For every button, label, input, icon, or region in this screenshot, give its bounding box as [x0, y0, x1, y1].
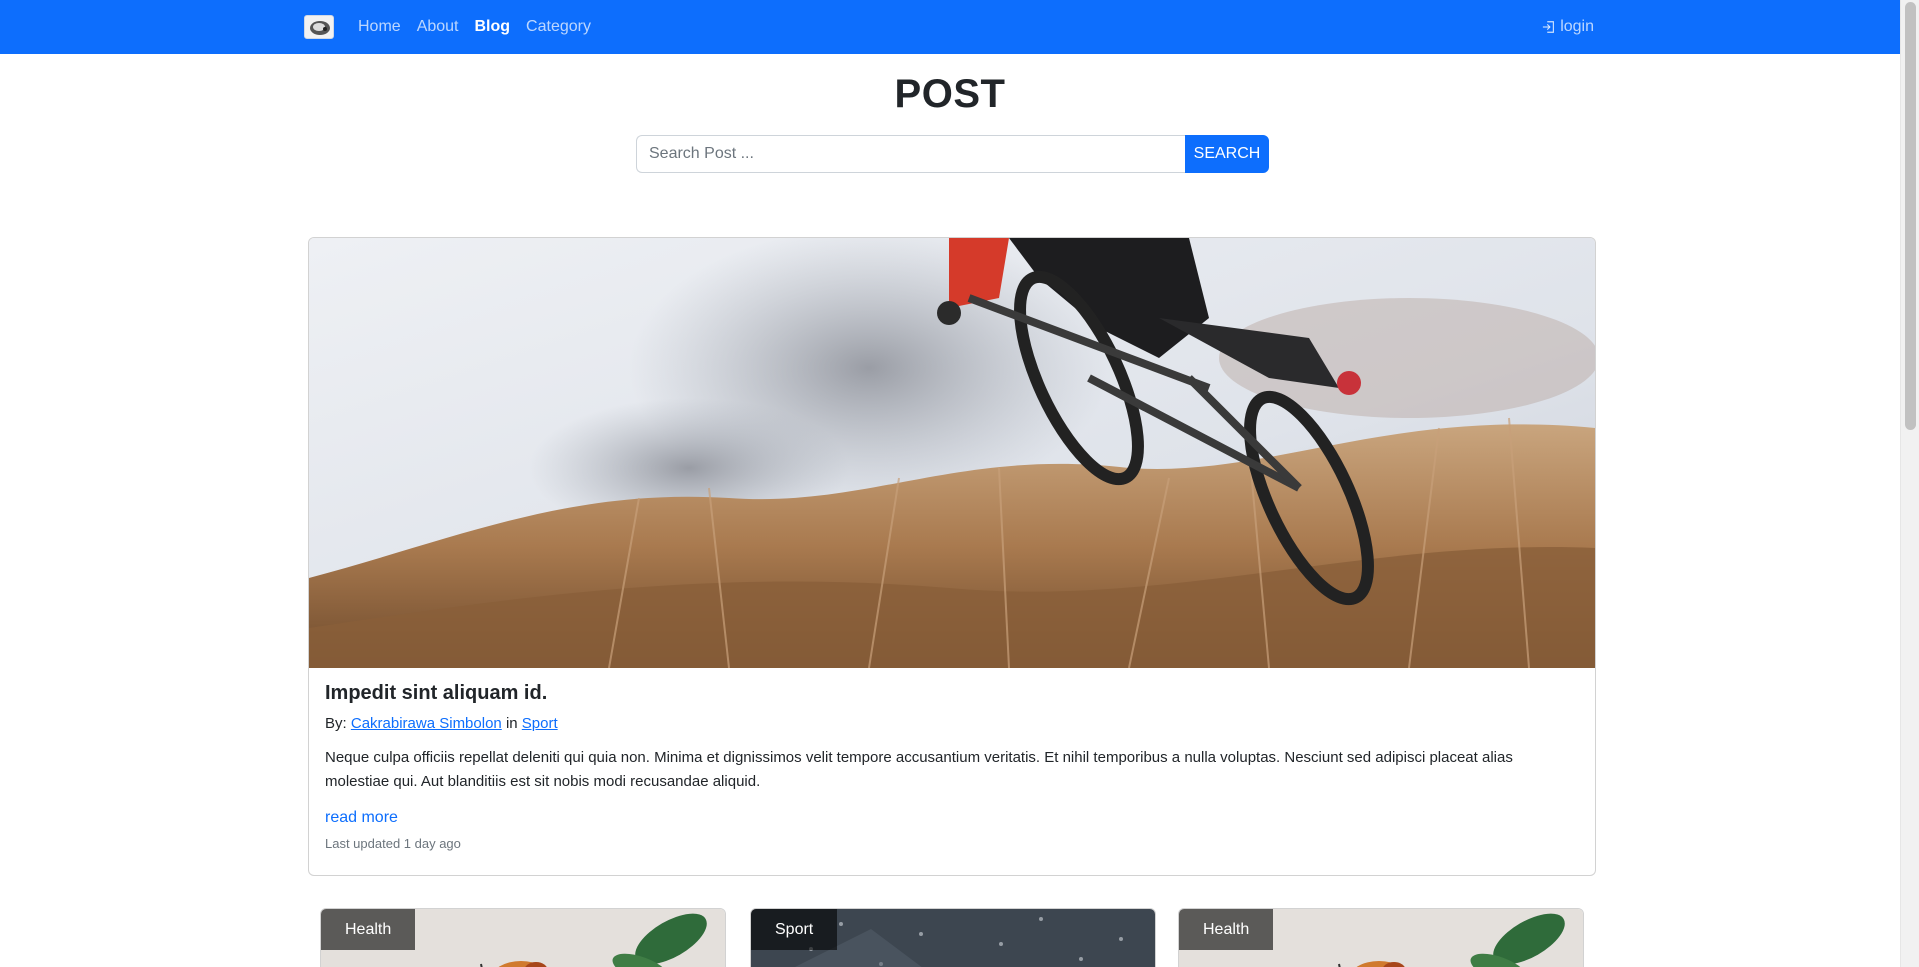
featured-post-byline: By: Cakrabirawa Simbolon in Sport: [325, 715, 1581, 732]
post-card[interactable]: Sport: [750, 908, 1156, 967]
featured-post-image[interactable]: [309, 238, 1595, 668]
featured-post-title[interactable]: Impedit sint aliquam id.: [325, 682, 1581, 705]
page-scrollbar[interactable]: [1900, 0, 1919, 967]
category-badge[interactable]: Sport: [751, 909, 838, 950]
scrollbar-thumb[interactable]: [1905, 2, 1916, 430]
nav-link-about[interactable]: About: [417, 18, 459, 36]
post-card[interactable]: Health: [1178, 908, 1584, 967]
top-navbar: Home About Blog Category login: [0, 0, 1900, 54]
last-updated-text: Last updated 1 day ago: [325, 836, 461, 851]
post-card[interactable]: Health: [320, 908, 726, 967]
search-form: SEARCH: [636, 135, 1269, 173]
search-button[interactable]: SEARCH: [1185, 135, 1269, 173]
search-input[interactable]: [636, 135, 1185, 173]
nav-link-home[interactable]: Home: [358, 18, 401, 36]
navbar-container: Home About Blog Category login: [304, 0, 1594, 54]
author-link[interactable]: Cakrabirawa Simbolon: [351, 715, 502, 732]
featured-post-card: Impedit sint aliquam id. By: Cakrabirawa…: [308, 237, 1596, 876]
category-link[interactable]: Sport: [522, 715, 558, 732]
nav-link-blog[interactable]: Blog: [475, 18, 511, 36]
page-title: POST: [894, 72, 1006, 116]
category-badge[interactable]: Health: [321, 909, 416, 950]
featured-post-body: Impedit sint aliquam id. By: Cakrabirawa…: [325, 682, 1581, 851]
login-link[interactable]: login: [1542, 18, 1594, 36]
category-badge[interactable]: Health: [1179, 909, 1274, 950]
featured-post-excerpt: Neque culpa officiis repellat deleniti q…: [325, 749, 1513, 790]
byline-prefix: By:: [325, 715, 347, 732]
nav-link-category[interactable]: Category: [526, 18, 591, 36]
login-icon: [1543, 21, 1555, 33]
brand-logo[interactable]: [304, 15, 334, 39]
login-label: login: [1560, 18, 1594, 35]
byline-in: in: [505, 715, 518, 732]
read-more-link[interactable]: read more: [325, 809, 398, 827]
